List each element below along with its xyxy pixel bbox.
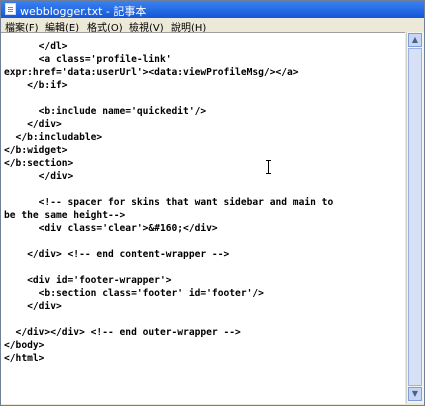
text-editor[interactable]: </dl> <a class='profile-link' expr:href=… [1, 32, 405, 404]
notepad-window: webblogger.txt - 記事本 檔案(F) 編輯(E) 格式(O) 檢… [0, 0, 425, 406]
text-line: </b:widget> [4, 145, 68, 156]
text-line: </html> [4, 353, 45, 364]
text-line: </b:section> [4, 158, 74, 169]
text-line: </body> [4, 340, 45, 351]
window-title: webblogger.txt - 記事本 [20, 5, 147, 18]
scroll-thumb[interactable] [408, 48, 422, 386]
text-line: <b:include name='quickedit'/> [4, 106, 207, 117]
text-line: </b:includable> [4, 132, 103, 143]
scroll-down-button[interactable]: ▼ [408, 387, 422, 401]
text-line: </div> [4, 301, 62, 312]
text-line: <!-- spacer for skins that want sidebar … [4, 197, 334, 208]
menu-bar: 檔案(F) 編輯(E) 格式(O) 檢視(V) 說明(H) [1, 18, 424, 34]
text-line: <a class='profile-link' [4, 54, 172, 65]
scroll-up-button[interactable]: ▲ [408, 33, 422, 47]
text-line: be the same height--> [4, 210, 126, 221]
text-line: </dl> [4, 41, 68, 52]
text-line: </div> [4, 171, 74, 182]
notepad-icon [5, 3, 16, 15]
text-line: expr:href='data:userUrl'><data:viewProfi… [4, 67, 299, 78]
text-line: </div> <!-- end content-wrapper --> [4, 249, 230, 260]
text-line: <div class='clear'>&#160;</div> [4, 223, 218, 234]
title-bar[interactable]: webblogger.txt - 記事本 [1, 1, 424, 18]
text-line: <b:section class='footer' id='footer'/> [4, 288, 264, 299]
vertical-scrollbar[interactable]: ▲ ▼ [406, 32, 424, 403]
text-line: </div> [4, 119, 62, 130]
text-cursor-icon [266, 160, 274, 174]
text-line: </b:if> [4, 80, 68, 91]
text-line: </div></div> <!-- end outer-wrapper --> [4, 327, 241, 338]
text-line: <div id='footer-wrapper'> [4, 275, 172, 286]
